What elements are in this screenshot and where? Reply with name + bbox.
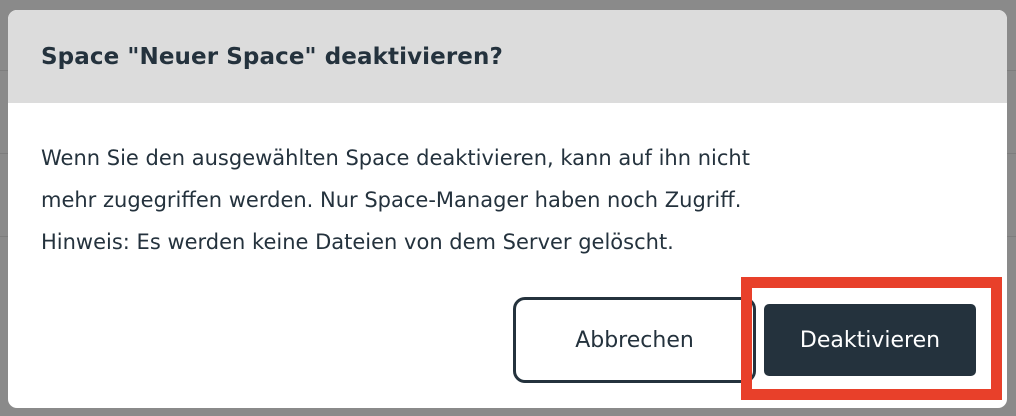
dialog-message: Wenn Sie den ausgewählten Space deaktivi… bbox=[41, 137, 981, 263]
deactivate-button[interactable]: Deaktivieren bbox=[764, 304, 976, 376]
dialog-message-line: mehr zugegriffen werden. Nur Space-Manag… bbox=[41, 188, 742, 212]
dialog-message-line: Hinweis: Es werden keine Dateien von dem… bbox=[41, 230, 674, 254]
dialog-body: Wenn Sie den ausgewählten Space deaktivi… bbox=[8, 103, 1007, 263]
deactivate-space-dialog: Space "Neuer Space" deaktivieren? Wenn S… bbox=[8, 10, 1007, 408]
dialog-header: Space "Neuer Space" deaktivieren? bbox=[8, 10, 1007, 103]
dialog-message-line: Wenn Sie den ausgewählten Space deaktivi… bbox=[41, 146, 750, 170]
cancel-button[interactable]: Abbrechen bbox=[513, 297, 756, 383]
dialog-title: Space "Neuer Space" deaktivieren? bbox=[41, 43, 503, 70]
